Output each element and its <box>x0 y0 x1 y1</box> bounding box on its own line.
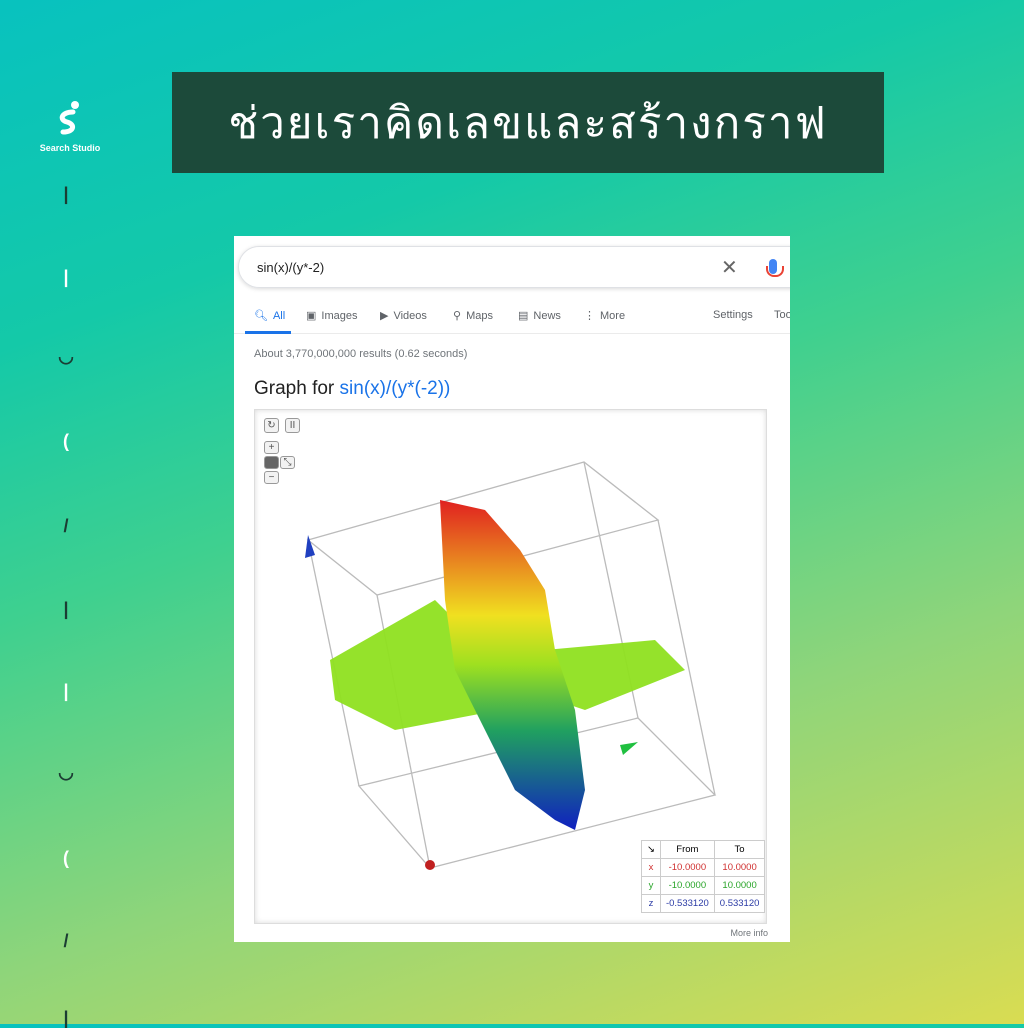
graph-3d[interactable]: ↻ II + ⤡ − ↘ From To x -10.0000 10.0000 y -10… <box>254 409 767 924</box>
search-icon: 🔍︎ <box>254 310 268 322</box>
range-table: ↘ From To x -10.0000 10.0000 y -10.0000 10.000… <box>641 840 766 913</box>
deco-mark: | <box>63 599 69 619</box>
page-banner: ช่วยเราคิดเลขและสร้างกราฟ <box>172 72 884 173</box>
deco-mark: ◡ <box>58 762 74 782</box>
dots-icon: ⋮ <box>584 310 595 322</box>
deco-mark: / <box>63 516 69 536</box>
range-row-y: y -10.0000 10.0000 <box>641 876 766 895</box>
search-tabs: 🔍︎ All ▣ Images ▶ Videos ⚲ Maps ▤ News ⋮ More … <box>234 302 790 334</box>
deco-mark: ◡ <box>58 346 74 366</box>
tab-more[interactable]: ⋮ More <box>584 309 625 323</box>
active-tab-indicator <box>245 331 291 334</box>
tab-images[interactable]: ▣ Images <box>306 309 357 323</box>
search-box[interactable]: sin(x)/(y*-2) ✕ <box>238 246 790 288</box>
range-row-z: z -0.533120 0.533120 <box>641 894 766 913</box>
axes-icon: ↘ <box>641 840 661 859</box>
deco-mark: | <box>63 267 69 287</box>
news-icon: ▤ <box>518 310 529 322</box>
microphone-icon[interactable] <box>766 259 784 277</box>
pin-icon: ⚲ <box>453 310 462 322</box>
tab-videos[interactable]: ▶ Videos <box>380 309 427 323</box>
image-icon: ▣ <box>306 310 317 322</box>
range-row-x: x -10.0000 10.0000 <box>641 858 766 877</box>
deco-mark: ( <box>63 431 69 451</box>
search-input[interactable]: sin(x)/(y*-2) <box>257 260 324 275</box>
deco-mark: | <box>63 184 69 204</box>
tab-tools[interactable]: Too <box>774 309 790 321</box>
deco-mark: / <box>63 931 69 951</box>
result-stats: About 3,770,000,000 results (0.62 second… <box>254 348 468 360</box>
graph-formula-link[interactable]: sin(x)/(y*(-2)) <box>340 378 451 399</box>
tab-all[interactable]: 🔍︎ All <box>254 309 285 323</box>
play-icon: ▶ <box>380 310 389 322</box>
brand-logo: Search Studio <box>30 100 110 153</box>
y-axis-arrow <box>620 742 638 755</box>
tab-maps[interactable]: ⚲ Maps <box>453 309 493 323</box>
graph-title: Graph for sin(x)/(y*(-2)) <box>254 378 451 399</box>
deco-mark: | <box>63 681 69 701</box>
tab-news[interactable]: ▤ News <box>518 309 561 323</box>
deco-mark: ( <box>63 848 69 868</box>
origin-marker <box>425 860 435 870</box>
clear-icon[interactable]: ✕ <box>721 255 738 280</box>
more-info-link[interactable]: More info <box>730 928 768 938</box>
brand-name: Search Studio <box>39 143 101 153</box>
logo-mark-icon <box>59 101 79 135</box>
search-screenshot: sin(x)/(y*-2) ✕ 🔍︎ All ▣ Images ▶ Videos ⚲ M… <box>234 236 790 942</box>
tab-settings[interactable]: Settings <box>713 309 753 321</box>
